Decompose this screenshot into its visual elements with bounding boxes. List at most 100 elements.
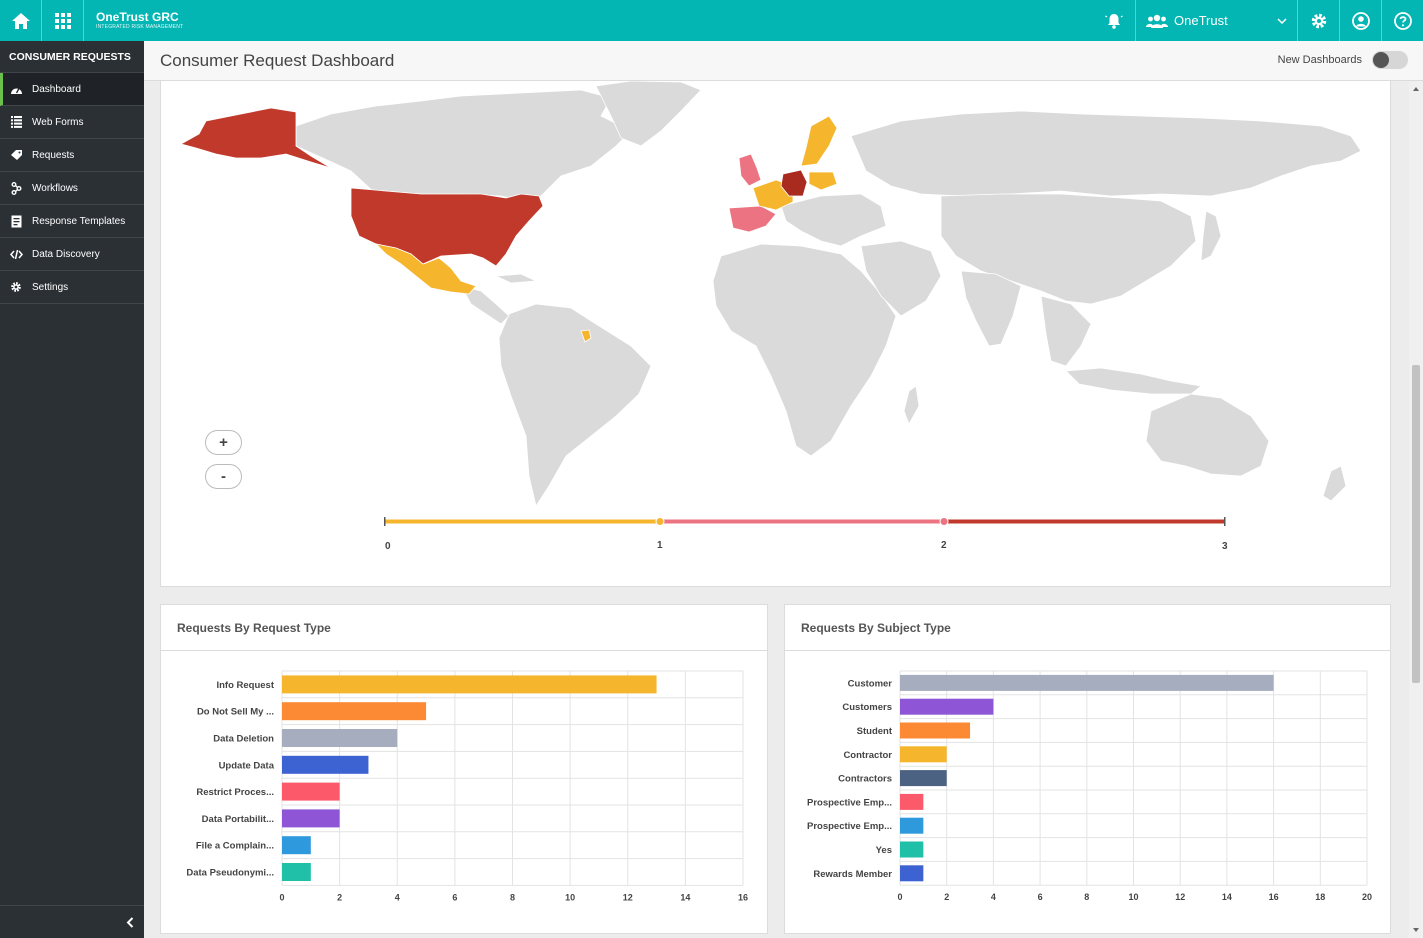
chart-bar[interactable] [900,746,947,763]
top-bar: OneTrust GRC INTEGRATED RISK MANAGEMENT … [0,0,1423,41]
chart-x-tick-label: 6 [1038,892,1043,902]
brand-logo[interactable]: OneTrust GRC INTEGRATED RISK MANAGEMENT [84,11,183,30]
map-country-usa[interactable] [350,187,544,267]
help-icon [1393,11,1412,30]
chart-category-label: Prospective Emp... [807,797,892,808]
chart-x-tick-label: 16 [738,892,748,902]
sidebar-item-web-forms[interactable]: Web Forms [0,106,144,139]
settings-button[interactable] [1297,0,1339,41]
page-scrollbar[interactable] [1409,81,1423,938]
sidebar-item-data-discovery[interactable]: Data Discovery [0,238,144,271]
chart-bar[interactable] [900,817,924,834]
app-launcher-button[interactable] [42,0,84,41]
chart-bar[interactable] [900,770,947,787]
map-country-spain[interactable] [728,205,777,233]
chart-x-tick-label: 2 [944,892,949,902]
chart-category-label: Contractor [843,750,892,761]
map-country-poland[interactable] [808,171,838,191]
chart-bar[interactable] [282,675,657,694]
dashboard-content: + - 0 1 2 3 Requests By Request Type 0 2 4… [144,81,1409,938]
notifications-button[interactable] [1093,0,1135,41]
chart-bar[interactable] [282,729,398,747]
chart-bar[interactable] [282,782,340,801]
scroll-down-arrow-icon[interactable] [1409,925,1423,935]
chart-bar[interactable] [282,863,311,881]
map-country-indonesia[interactable] [1065,367,1202,395]
chart-x-tick-label: 16 [1269,892,1279,902]
zoom-in-button[interactable]: + [205,430,242,455]
sidebar-item-settings[interactable]: Settings [0,271,144,304]
sidebar-collapse-button[interactable] [0,905,144,938]
map-country-madagascar[interactable] [903,385,920,425]
brand-tagline: INTEGRATED RISK MANAGEMENT [96,24,184,30]
organization-name: OneTrust [1174,13,1228,28]
gear-icon [1311,13,1326,28]
chart-category-label: Data Pseudonymi... [186,868,274,879]
map-country-sweden[interactable] [800,115,838,167]
sidebar-item-label: Response Templates [32,215,126,227]
chart-x-tick-label: 10 [1128,892,1138,902]
sidebar-item-workflows[interactable]: Workflows [0,172,144,205]
legend-segment-2-3 [944,519,1225,524]
page-title: Consumer Request Dashboard [160,50,395,70]
user-profile-button[interactable] [1339,0,1381,41]
map-country-australia[interactable] [1145,393,1270,477]
tag-icon [9,148,23,162]
home-button[interactable] [0,0,42,41]
chart-category-label: Info Request [216,680,274,691]
sidebar-item-requests[interactable]: Requests [0,139,144,172]
chart-category-label: Customer [848,678,893,689]
chart-bar[interactable] [282,836,311,855]
chart-bar[interactable] [282,702,427,721]
chart-category-label: Data Deletion [213,734,274,745]
chart-bar[interactable] [900,722,971,739]
chart-bar[interactable] [282,809,340,828]
organization-selector[interactable]: OneTrust [1135,0,1297,41]
map-country-new-zealand[interactable] [1322,465,1347,502]
sidebar-item-label: Settings [32,281,69,293]
workflow-icon [9,181,23,195]
user-circle-icon [1351,11,1370,30]
sidebar-item-response-templates[interactable]: Response Templates [0,205,144,238]
chart-bar[interactable] [900,865,924,882]
code-icon [9,247,23,261]
world-map[interactable] [161,81,1390,516]
gear-icon [9,280,23,294]
map-country-united-kingdom[interactable] [738,153,762,187]
zoom-out-button[interactable]: - [205,464,242,489]
chart-x-tick-label: 18 [1315,892,1325,902]
chart-x-tick-label: 10 [565,892,575,902]
legend-segment-1-2 [660,519,944,524]
chart-category-label: Prospective Emp... [807,821,892,832]
chart-x-tick-label: 8 [1084,892,1089,902]
chart-x-tick-label: 12 [1175,892,1185,902]
sidebar-item-dashboard[interactable]: Dashboard [0,73,144,106]
sidebar-title: CONSUMER REQUESTS [0,41,144,73]
template-icon [9,214,23,228]
map-country-cuba[interactable] [494,273,538,284]
new-dashboards-toggle[interactable] [1372,51,1408,69]
chart-x-tick-label: 2 [337,892,342,902]
legend-segment-0-1 [385,519,660,524]
sidebar-item-label: Data Discovery [32,248,100,260]
chart-bar[interactable] [900,674,1274,691]
brand-name: OneTrust GRC [96,10,179,24]
chart-bar[interactable] [900,698,994,715]
map-country-canada[interactable] [295,89,632,202]
help-button[interactable] [1381,0,1423,41]
request-type-bar-chart: 0 2 4 6 8 10 12 14 16 Info Request Do Not Sell My … [186,670,748,902]
map-country-southeast-asia[interactable] [1040,295,1092,367]
map-country-europe[interactable] [780,193,887,247]
chart-bar[interactable] [282,755,369,774]
sidebar-item-label: Dashboard [32,83,81,95]
chart-bar[interactable] [900,841,924,858]
chart-bar[interactable] [900,793,924,810]
scrollbar-thumb[interactable] [1412,365,1420,683]
map-country-russia[interactable] [850,110,1362,197]
map-country-south-america[interactable] [498,303,652,508]
map-country-india[interactable] [960,270,1022,347]
map-country-japan[interactable] [1200,210,1222,262]
chart-x-tick-label: 0 [279,892,284,902]
scroll-up-arrow-icon[interactable] [1409,84,1423,94]
legend-tick-3: 3 [1222,541,1228,552]
